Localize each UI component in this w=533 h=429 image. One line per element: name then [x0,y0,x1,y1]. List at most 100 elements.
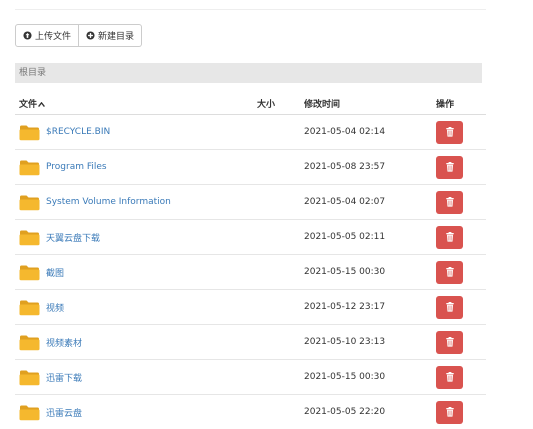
file-modified-time: 2021-05-04 02:14 [304,127,386,137]
trash-icon [445,232,454,242]
toolbar: 上传文件 新建目录 [15,24,143,47]
file-entry[interactable]: 迅雷云盘 [19,404,254,421]
file-size [254,115,302,150]
trash-icon [445,162,454,172]
folder-icon [19,300,40,315]
actions-cell [436,254,486,290]
file-entry[interactable]: 迅雷下载 [19,369,254,386]
file-size [254,289,302,325]
delete-button[interactable] [436,225,463,249]
folder-icon [19,195,40,210]
table-row: 迅雷云盘 2021-05-05 22:20 [15,394,486,429]
trash-icon [445,197,454,207]
trash-icon [445,267,454,277]
trash-icon [445,372,454,382]
file-name-link[interactable]: $RECYCLE.BIN [46,127,110,137]
file-entry[interactable]: Program Files [19,159,254,176]
caret-up-icon [38,101,45,107]
file-name-link[interactable]: 迅雷下载 [46,371,82,384]
file-name-cell: Program Files [15,149,254,185]
file-size [254,219,302,255]
delete-button[interactable] [436,260,463,284]
actions-cell [436,184,486,220]
folder-icon [19,405,40,420]
column-header-modified[interactable]: 修改时间 [302,92,436,115]
file-modified-time: 2021-05-04 02:07 [302,184,436,220]
file-entry[interactable]: 视频素材 [19,334,254,351]
plus-circle-icon [86,31,95,40]
folder-icon [19,335,40,350]
file-size [254,149,302,185]
file-modified-time: 2021-05-15 00:30 [302,359,436,395]
file-table: 文件 大小 修改时间 操作 $RECYCLE.BIN 2021-05-04 02:… [15,92,486,429]
delete-button[interactable] [436,400,463,424]
breadcrumb-root[interactable]: 根目录 [19,68,46,78]
table-row: 迅雷下载 2021-05-15 00:30 [15,359,486,395]
file-name-link[interactable]: Program Files [46,162,107,172]
delete-button[interactable] [436,365,463,389]
actions-cell [436,324,486,360]
column-header-name[interactable]: 文件 [15,92,254,115]
breadcrumb: 根目录 [15,63,482,83]
upload-file-label: 上传文件 [35,32,72,42]
file-size [254,394,302,429]
file-name-cell: 截图 [15,254,254,290]
file-entry[interactable]: 视频 [19,299,254,316]
column-header-name-label: 文件 [19,99,38,110]
new-directory-button[interactable]: 新建目录 [79,24,143,47]
file-size [254,184,302,220]
file-name-link[interactable]: 天翼云盘下载 [46,231,100,244]
file-modified-time: 2021-05-12 23:17 [302,289,436,325]
actions-cell [436,289,486,325]
column-header-actions: 操作 [436,92,486,115]
file-name-link[interactable]: 视频 [46,301,64,314]
folder-icon [19,125,40,140]
delete-button[interactable] [436,330,463,354]
file-modified-time: 2021-05-08 23:57 [302,149,436,185]
table-row: System Volume Information 2021-05-04 02:0… [15,184,486,220]
file-name-cell: System Volume Information [15,184,254,220]
file-name-cell: 迅雷云盘 [15,394,254,429]
column-header-size[interactable]: 大小 [254,92,302,115]
file-name-link[interactable]: System Volume Information [46,197,171,207]
file-name-cell: 视频素材 [15,324,254,360]
table-row: 视频 2021-05-12 23:17 [15,289,486,325]
delete-button[interactable] [436,120,463,144]
table-row: $RECYCLE.BIN 2021-05-04 02:14 [15,115,486,150]
table-row: 截图 2021-05-15 00:30 [15,254,486,290]
file-modified-time: 2021-05-05 02:11 [302,219,436,255]
file-name-cell: 天翼云盘下载 [15,219,254,255]
file-entry[interactable]: 天翼云盘下载 [19,229,254,246]
file-entry[interactable]: System Volume Information [19,194,254,211]
file-modified-time: 2021-05-05 22:20 [302,394,436,429]
file-name-link[interactable]: 视频素材 [46,336,82,349]
trash-icon [445,302,454,312]
actions-cell [436,149,486,185]
actions-cell [436,115,486,150]
file-entry[interactable]: $RECYCLE.BIN [19,124,254,141]
folder-icon [19,370,40,385]
new-directory-label: 新建目录 [98,32,135,42]
table-header-row: 文件 大小 修改时间 操作 [15,92,486,115]
actions-cell [436,219,486,255]
file-name-link[interactable]: 截图 [46,266,64,279]
actions-cell [436,359,486,395]
delete-button[interactable] [436,155,463,179]
file-name-cell: 迅雷下载 [15,359,254,395]
upload-circle-icon [23,31,32,40]
delete-button[interactable] [436,190,463,214]
table-row: Program Files 2021-05-08 23:57 [15,149,486,185]
folder-icon [19,265,40,280]
upload-file-button[interactable]: 上传文件 [15,24,80,47]
table-row: 视频素材 2021-05-10 23:13 [15,324,486,360]
table-row: 天翼云盘下载 2021-05-05 02:11 [15,219,486,255]
file-modified-time: 2021-05-15 00:30 [302,254,436,290]
file-size [254,324,302,360]
file-size [254,254,302,290]
file-name-cell: $RECYCLE.BIN [15,115,254,150]
file-name-link[interactable]: 迅雷云盘 [46,406,82,419]
actions-cell [436,394,486,429]
top-divider [15,9,486,10]
delete-button[interactable] [436,295,463,319]
file-entry[interactable]: 截图 [19,264,254,281]
